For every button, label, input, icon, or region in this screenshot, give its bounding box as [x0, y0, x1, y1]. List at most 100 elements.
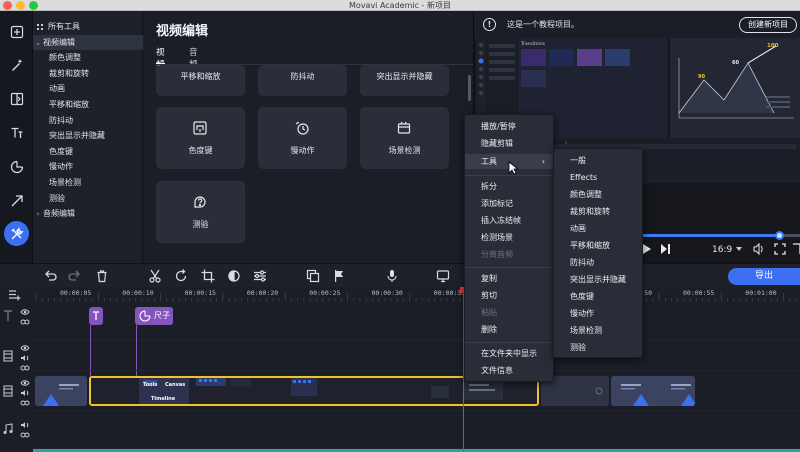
tile-slow-motion[interactable]: 慢动作: [258, 107, 347, 169]
cut-icon[interactable]: [148, 269, 162, 283]
eye-icon[interactable]: [20, 308, 30, 316]
submenu-item-pan-zoom[interactable]: 平移和缩放: [554, 238, 642, 253]
chevron-right-icon[interactable]: ›: [33, 207, 43, 223]
fullscreen-icon[interactable]: [774, 243, 786, 255]
tree-item-chroma-key[interactable]: 色度键: [33, 144, 143, 160]
tab-audio[interactable]: 音频: [189, 47, 198, 70]
next-frame-icon[interactable]: [660, 243, 672, 255]
tree-item-audio-editing[interactable]: › 音频编辑: [33, 206, 143, 222]
marker-icon[interactable]: [332, 269, 346, 283]
tree-item-animation[interactable]: 动画: [33, 81, 143, 97]
redo-icon[interactable]: [68, 269, 82, 283]
submenu-item-color-adjust[interactable]: 颜色调整: [554, 187, 642, 202]
record-icon[interactable]: [385, 269, 399, 283]
menu-item-delete[interactable]: 删除: [465, 322, 553, 337]
content-scrollbar[interactable]: [468, 75, 471, 101]
undo-icon[interactable]: [43, 269, 57, 283]
submenu-item-slow-motion[interactable]: 慢动作: [554, 306, 642, 321]
detach-preview-icon[interactable]: [792, 243, 800, 255]
insert-icon[interactable]: [306, 269, 320, 283]
tree-item-quiz[interactable]: 测验: [33, 191, 143, 207]
tile-highlight-conceal[interactable]: 突出显示并隐藏: [360, 65, 449, 96]
eye-icon[interactable]: [20, 379, 30, 387]
add-track-icon[interactable]: [8, 288, 22, 302]
submenu-item-scene-detection[interactable]: 场景检测: [554, 323, 642, 338]
menu-item-detect-scenes[interactable]: 检测场景: [465, 230, 553, 245]
tree-item-all-tools[interactable]: 所有工具: [33, 19, 143, 35]
video-clip[interactable]: [35, 376, 87, 406]
callouts-icon[interactable]: [4, 188, 29, 213]
tile-chroma-key[interactable]: 色度键: [156, 107, 245, 169]
volume-icon[interactable]: [20, 421, 30, 429]
crop-icon[interactable]: [201, 269, 215, 283]
menu-item-play-pause[interactable]: 播放/暂停: [465, 119, 553, 134]
overlay-track[interactable]: [33, 341, 800, 371]
rotate-icon[interactable]: [174, 269, 188, 283]
playback-progress-bar[interactable]: [642, 231, 800, 240]
play-icon[interactable]: [642, 243, 652, 255]
import-icon[interactable]: [4, 19, 29, 44]
aspect-ratio-select[interactable]: 16:9: [712, 245, 732, 255]
link-icon[interactable]: [20, 318, 30, 326]
menu-item-hide-clip[interactable]: 隐藏剪辑: [465, 136, 553, 151]
title-clip[interactable]: [89, 307, 103, 325]
eye-icon[interactable]: [20, 344, 30, 352]
tree-item-video-editing[interactable]: ⌄ 视频编辑: [33, 34, 143, 52]
chevron-down-icon[interactable]: ⌄: [33, 36, 43, 52]
menu-item-split[interactable]: 拆分: [465, 179, 553, 194]
menu-item-cut[interactable]: 剪切: [465, 288, 553, 303]
transitions-icon[interactable]: [4, 86, 29, 111]
link-icon[interactable]: [20, 431, 30, 439]
tree-item-color-adjust[interactable]: 颜色调整: [33, 50, 143, 66]
submenu-item-animation[interactable]: 动画: [554, 221, 642, 236]
stickers-icon[interactable]: [4, 154, 29, 179]
menu-item-add-marker[interactable]: 添加标记: [465, 196, 553, 211]
tree-item-crop-rotate[interactable]: 裁剪和旋转: [33, 66, 143, 82]
monitor-icon[interactable]: [436, 269, 450, 283]
volume-icon[interactable]: [20, 389, 30, 397]
create-new-project-button[interactable]: 创建新项目: [739, 17, 797, 33]
tile-pan-zoom[interactable]: 平移和缩放: [156, 65, 245, 96]
color-icon[interactable]: [227, 269, 241, 283]
video-track[interactable]: Tools Canvas Timeline: [33, 373, 800, 411]
menu-item-file-info[interactable]: 文件信息: [465, 363, 553, 378]
submenu-item-quiz[interactable]: 测验: [554, 340, 642, 355]
link-icon[interactable]: [20, 364, 30, 372]
submenu-item-general[interactable]: 一般: [554, 153, 642, 168]
titles-icon[interactable]: [4, 120, 29, 145]
tree-item-scene-detection[interactable]: 场景检测: [33, 175, 143, 191]
menu-item-copy[interactable]: 复制: [465, 271, 553, 286]
menu-item-freeze-frame[interactable]: 插入冻结帧: [465, 213, 553, 228]
magic-wand-icon[interactable]: [4, 52, 29, 77]
ruler-tool-clip[interactable]: 尺子: [135, 307, 173, 325]
tile-quiz[interactable]: 测验: [156, 181, 245, 243]
tree-item-pan-zoom[interactable]: 平移和缩放: [33, 97, 143, 113]
submenu-item-stabilization[interactable]: 防抖动: [554, 255, 642, 270]
tools-icon[interactable]: [4, 221, 29, 246]
audio-track[interactable]: [33, 411, 800, 449]
volume-icon[interactable]: [20, 354, 30, 362]
ruler-label: 00:00:20: [246, 289, 279, 297]
tile-stabilization[interactable]: 防抖动: [258, 65, 347, 96]
chevron-down-icon[interactable]: [736, 247, 742, 252]
submenu-item-chroma-key[interactable]: 色度键: [554, 289, 642, 304]
tree-item-highlight-conceal[interactable]: 突出显示并隐藏: [33, 128, 143, 144]
delete-icon[interactable]: [95, 269, 109, 283]
tree-item-slow-motion[interactable]: 慢动作: [33, 159, 143, 175]
submenu-item-crop-rotate[interactable]: 裁剪和旋转: [554, 204, 642, 219]
tile-scene-detection[interactable]: 场景检测: [360, 107, 449, 169]
submenu-item-effects[interactable]: Effects: [554, 170, 642, 185]
titles-track[interactable]: 尺子: [33, 301, 800, 381]
volume-icon[interactable]: [753, 243, 765, 255]
playback-progress-knob[interactable]: [774, 231, 784, 240]
menu-item-show-in-folder[interactable]: 在文件夹中显示: [465, 346, 553, 361]
adjust-icon[interactable]: [253, 269, 267, 283]
tab-video[interactable]: 视频: [156, 47, 165, 70]
submenu-item-highlight-conceal[interactable]: 突出显示并隐藏: [554, 272, 642, 287]
video-clip[interactable]: [611, 376, 695, 406]
time-ruler[interactable]: 00:00:05 00:00:10 00:00:15 00:00:20 00:00:25…: [33, 287, 800, 301]
export-button[interactable]: 导出: [728, 268, 800, 285]
tree-item-stabilization[interactable]: 防抖动: [33, 113, 143, 129]
timeline[interactable]: 00:00:05 00:00:10 00:00:15 00:00:20 00:00:25…: [0, 287, 800, 452]
link-icon[interactable]: [20, 399, 30, 407]
